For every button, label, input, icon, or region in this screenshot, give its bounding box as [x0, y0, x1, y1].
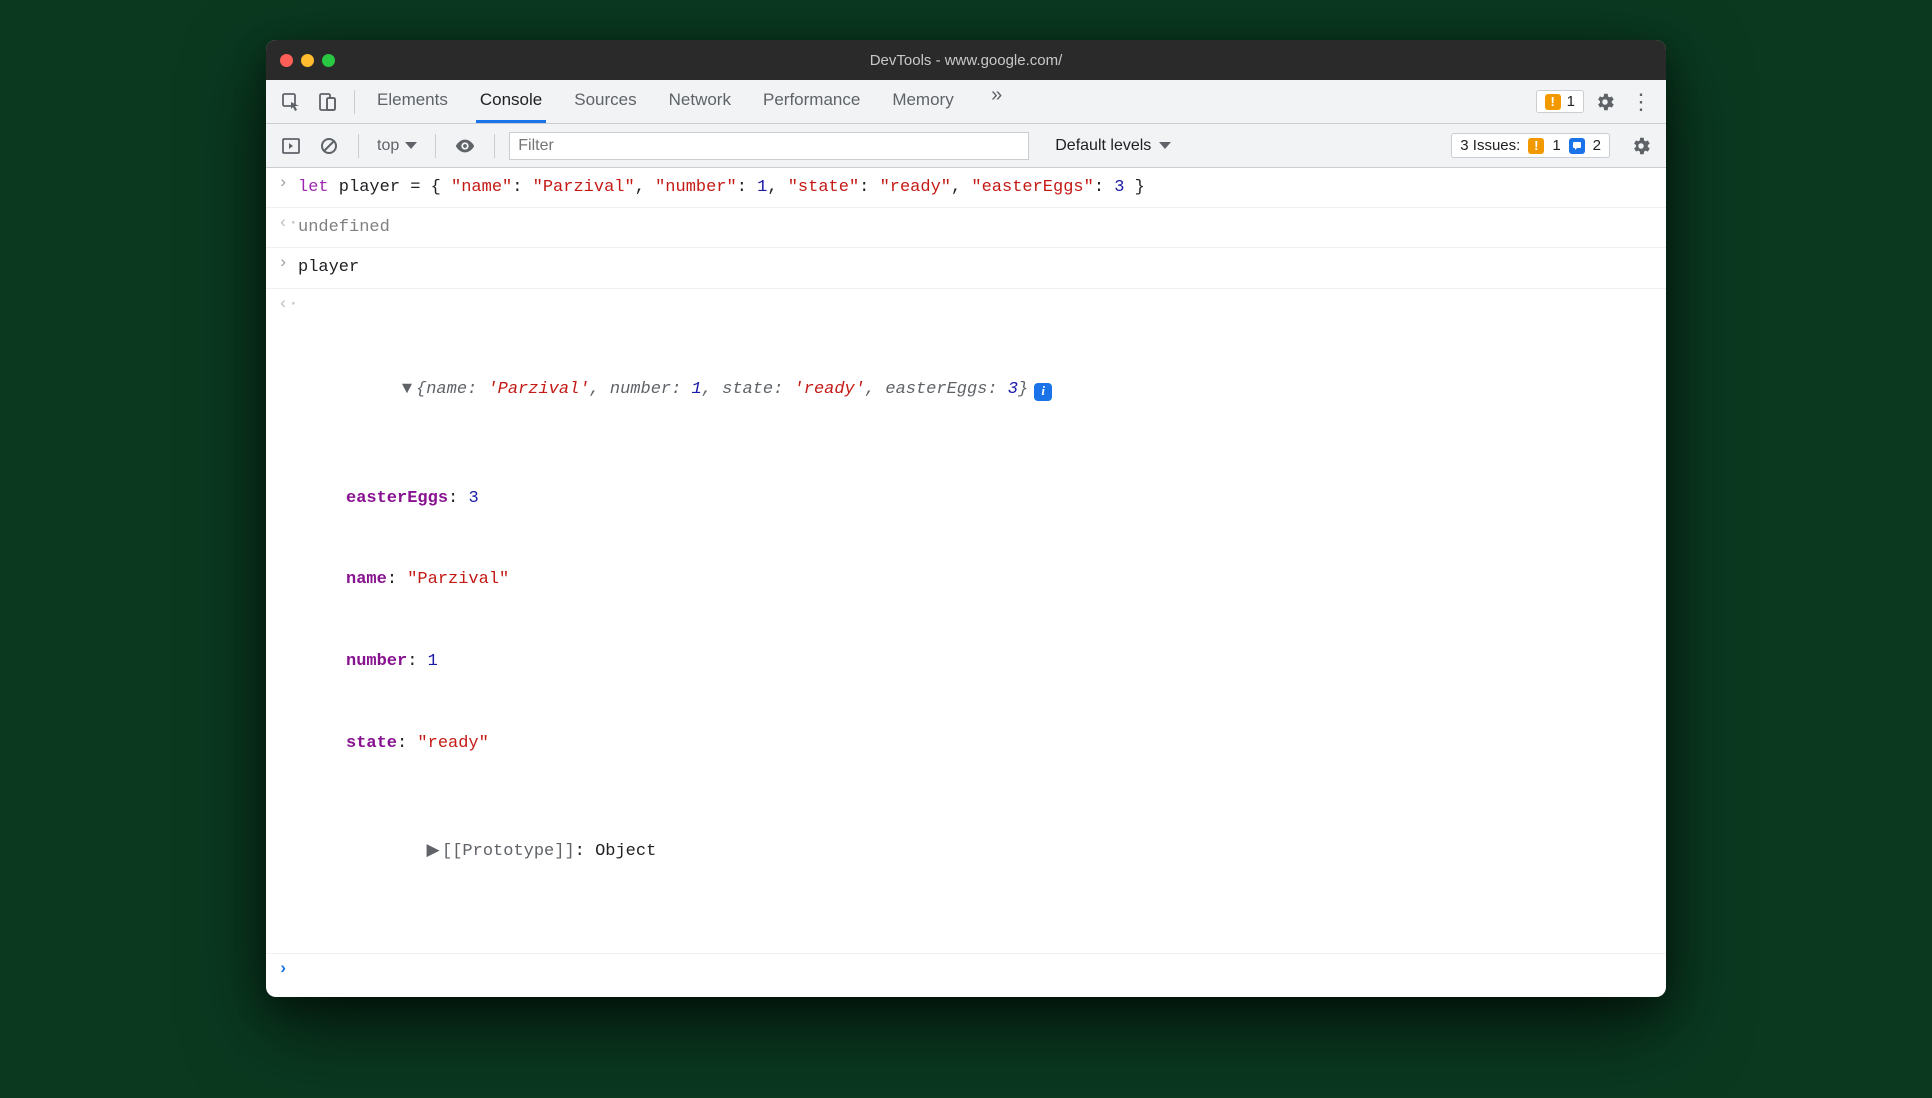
tab-elements[interactable]: Elements — [373, 80, 452, 123]
tab-sources[interactable]: Sources — [570, 80, 640, 123]
undefined-result: undefined — [298, 214, 1654, 241]
device-toolbar-icon[interactable] — [312, 87, 342, 117]
chevron-down-icon — [405, 142, 417, 149]
context-selector[interactable]: top — [373, 137, 421, 155]
main-toolbar: Elements Console Sources Network Perform… — [266, 80, 1666, 124]
separator — [494, 134, 495, 158]
clear-console-icon[interactable] — [314, 131, 344, 161]
log-level-selector[interactable]: Default levels — [1055, 137, 1171, 155]
warnings-badge[interactable]: ! 1 — [1536, 90, 1584, 113]
object-property[interactable]: number: 1 — [298, 648, 1654, 675]
object-property[interactable]: easterEggs: 3 — [298, 485, 1654, 512]
object-property[interactable]: state: "ready" — [298, 730, 1654, 757]
output-chevron-icon: ‹· — [278, 214, 298, 233]
settings-icon[interactable] — [1590, 87, 1620, 117]
warning-icon: ! — [1528, 138, 1544, 154]
tab-memory[interactable]: Memory — [888, 80, 957, 123]
console-code[interactable]: player — [298, 254, 1654, 281]
disclosure-triangle-closed-icon[interactable]: ▶ — [426, 838, 440, 865]
console-toolbar: top Default levels 3 Issues: ! 1 2 — [266, 124, 1666, 168]
kebab-menu-icon[interactable]: ⋮ — [1626, 87, 1656, 117]
info-badge-icon[interactable]: i — [1034, 383, 1052, 401]
titlebar: DevTools - www.google.com/ — [266, 40, 1666, 80]
separator — [354, 90, 355, 114]
inspect-element-icon[interactable] — [276, 87, 306, 117]
warning-icon: ! — [1545, 94, 1561, 110]
tab-console[interactable]: Console — [476, 80, 546, 123]
object-prototype[interactable]: ▶[[Prototype]]: Object — [298, 811, 1654, 893]
object-result: ▼{name: 'Parzival', number: 1, state: 'r… — [298, 295, 1654, 948]
context-label: top — [377, 137, 399, 155]
input-chevron-icon: › — [278, 254, 298, 273]
console-prompt-row[interactable]: › — [266, 954, 1666, 997]
tab-performance[interactable]: Performance — [759, 80, 864, 123]
filter-input[interactable] — [509, 132, 1029, 160]
devtools-window: DevTools - www.google.com/ Elements Cons… — [266, 40, 1666, 997]
separator — [358, 134, 359, 158]
log-level-label: Default levels — [1055, 137, 1151, 155]
console-input-row: › player — [266, 248, 1666, 288]
prompt-chevron-icon: › — [278, 960, 298, 979]
warnings-count: 1 — [1567, 93, 1575, 110]
separator — [435, 134, 436, 158]
object-property[interactable]: name: "Parzival" — [298, 566, 1654, 593]
sidebar-toggle-icon[interactable] — [276, 131, 306, 161]
more-tabs-icon[interactable]: » — [982, 80, 1012, 110]
issues-label: 3 Issues: — [1460, 137, 1520, 154]
console-output: › let player = { "name": "Parzival", "nu… — [266, 168, 1666, 997]
console-settings-icon[interactable] — [1626, 131, 1656, 161]
console-code[interactable]: let player = { "name": "Parzival", "numb… — [298, 174, 1654, 201]
console-input-row: › let player = { "name": "Parzival", "nu… — [266, 168, 1666, 208]
panel-tabs: Elements Console Sources Network Perform… — [373, 80, 1012, 123]
window-title: DevTools - www.google.com/ — [266, 52, 1666, 69]
input-chevron-icon: › — [278, 174, 298, 193]
issues-warn-count: 1 — [1552, 137, 1560, 154]
output-chevron-icon: ‹· — [278, 295, 298, 314]
console-output-row: ‹· undefined — [266, 208, 1666, 248]
tab-network[interactable]: Network — [665, 80, 735, 123]
issues-info-count: 2 — [1593, 137, 1601, 154]
object-preview-line[interactable]: ▼{name: 'Parzival', number: 1, state: 'r… — [298, 349, 1654, 431]
issues-button[interactable]: 3 Issues: ! 1 2 — [1451, 133, 1610, 158]
live-expression-icon[interactable] — [450, 131, 480, 161]
chevron-down-icon — [1159, 142, 1171, 149]
disclosure-triangle-open-icon[interactable]: ▼ — [400, 376, 414, 403]
console-output-row: ‹· ▼{name: 'Parzival', number: 1, state:… — [266, 289, 1666, 955]
info-icon — [1569, 138, 1585, 154]
